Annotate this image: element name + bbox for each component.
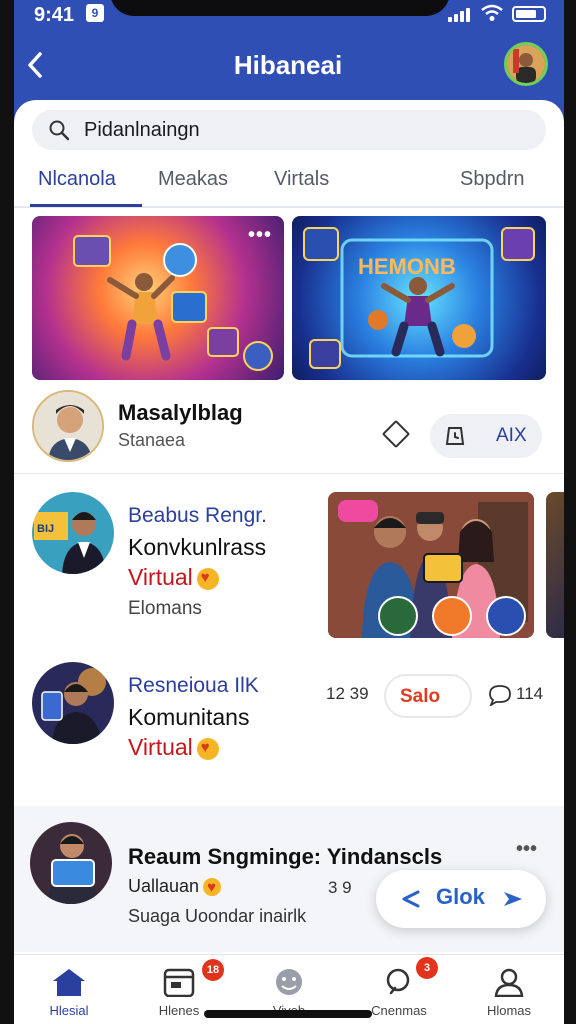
feed-3-meta: 3 9	[328, 878, 352, 897]
feed-3-line3: Suaga Uoondar inairlk	[128, 906, 307, 926]
share-button[interactable]: Glok	[376, 870, 546, 928]
home-icon	[53, 969, 85, 996]
tab-meakas[interactable]: Meakas	[158, 168, 228, 191]
feed-1-line4: Elomans	[128, 598, 202, 619]
comment-icon[interactable]	[488, 684, 512, 706]
status-bar: 9:41 9	[0, 0, 576, 30]
profile-avatar[interactable]	[32, 390, 104, 462]
feed-1-virtual-label: Virtual	[128, 564, 193, 590]
diamond-icon[interactable]	[381, 419, 411, 449]
phone-bezel-left	[0, 0, 14, 1024]
sim-icon: 9	[86, 4, 104, 22]
nav-item-hlomas[interactable]: Hlomas	[454, 955, 564, 1024]
active-tab-indicator	[30, 204, 142, 207]
search-icon	[49, 120, 70, 141]
feed-1-photo-next[interactable]	[546, 492, 564, 638]
calendar-icon	[163, 968, 195, 997]
svg-text:HEMONB: HEMONB	[358, 254, 456, 279]
profile-row[interactable]: Masalylblag Stanaea AIX	[14, 386, 564, 474]
nav-badge-hlenes: 18	[202, 959, 224, 981]
search-icon	[386, 968, 410, 995]
search-input[interactable]: Pidanlnaingn	[84, 119, 200, 142]
more-icon[interactable]: •••	[516, 838, 537, 861]
search-bar[interactable]: Pidanlnaingn	[32, 110, 546, 150]
camera-notch	[110, 0, 450, 16]
salo-button-label: Salo	[400, 686, 441, 707]
feed-2-avatar[interactable]	[32, 662, 114, 744]
banner-card-1[interactable]: •••	[32, 216, 284, 380]
profile-name: Masalylblag	[118, 400, 243, 425]
signal-icon	[448, 6, 474, 22]
feed-3-line2-label: Uallauan	[128, 876, 200, 896]
feed-item-3[interactable]: Reaum Sngminge: Yindanscls Uallauan 3 9 …	[14, 820, 564, 960]
profile-subtitle: Stanaea	[118, 430, 186, 450]
page-title: Hibaneai	[233, 50, 343, 80]
feed-3-line2: Uallauan	[128, 876, 222, 897]
profile-icon	[494, 968, 524, 997]
feed-item-2[interactable]: Resneioua IlK Komunitans Virtual 12 39 S…	[14, 660, 564, 800]
feed-1-badge-3	[486, 596, 526, 636]
salo-button[interactable]: Salo	[384, 674, 472, 718]
face-icon	[276, 969, 302, 995]
share-icon	[402, 890, 420, 908]
feed-item-1[interactable]: BIJ Beabus Rengr. Konvkunlrass Virtual E…	[14, 482, 564, 648]
status-time: 9:41	[34, 4, 75, 26]
banner-card-2[interactable]: HEMONB	[292, 216, 546, 380]
tab-bar: Nlcanola Meakas Virtals Sbpdrn	[14, 160, 564, 208]
user-avatar[interactable]	[504, 42, 548, 86]
feed-1-badge-1	[378, 596, 418, 636]
battery-icon	[512, 6, 546, 22]
main-content: Pidanlnaingn Nlcanola Meakas Virtals Sbp…	[14, 100, 564, 1024]
feed-1-line3: Virtual	[128, 564, 219, 591]
send-icon	[504, 892, 522, 906]
feed-1-photo[interactable]	[328, 492, 534, 638]
feed-1-line2: Konvkunlrass	[128, 534, 267, 560]
ai-pill-label: AIX	[496, 425, 527, 446]
feed-2-meta: 12 39	[326, 684, 369, 703]
tab-nlcanola[interactable]: Nlcanola	[38, 168, 116, 191]
feed-1-avatar[interactable]: BIJ	[32, 492, 114, 574]
nav-label-hlomas: Hlomas	[486, 1003, 532, 1018]
heart-icon[interactable]	[203, 878, 222, 897]
ai-pill-button[interactable]: AIX	[430, 414, 542, 458]
feed-2-line1: Resneioua IlK	[128, 674, 259, 697]
feed-2-comment-count: 114	[516, 684, 544, 703]
feed-3-avatar[interactable]	[30, 822, 112, 904]
feed-2-line3: Virtual	[128, 734, 219, 761]
feed-1-line1: Beabus Rengr.	[128, 504, 267, 527]
wifi-icon	[481, 4, 503, 21]
nav-label-home: Hlesial	[49, 1003, 89, 1018]
more-icon[interactable]: •••	[248, 224, 272, 247]
nav-item-home[interactable]: Hlesial	[14, 955, 124, 1024]
clock-tag-icon	[445, 427, 465, 445]
feed-1-badge-2	[432, 596, 472, 636]
feed-3-title: Reaum Sngminge: Yindanscls	[128, 844, 443, 869]
feed-1-thumb-text: BIJ	[37, 523, 54, 535]
heart-icon[interactable]	[196, 567, 219, 590]
tab-virtals[interactable]: Virtals	[274, 168, 329, 191]
feed-2-line2: Komunitans	[128, 704, 250, 730]
phone-screen: 9:41 9 Hibaneai Pidanlnaingn Nlcanola Me…	[0, 0, 576, 1024]
heart-icon[interactable]	[196, 737, 219, 760]
home-indicator	[204, 1010, 372, 1018]
tab-sbpdrn[interactable]: Sbpdrn	[460, 168, 525, 191]
feed-2-virtual-label: Virtual	[128, 734, 193, 760]
phone-bezel-right	[564, 0, 576, 1024]
share-button-label: Glok	[436, 884, 485, 909]
nav-badge-cnenmas: 3	[416, 957, 438, 979]
